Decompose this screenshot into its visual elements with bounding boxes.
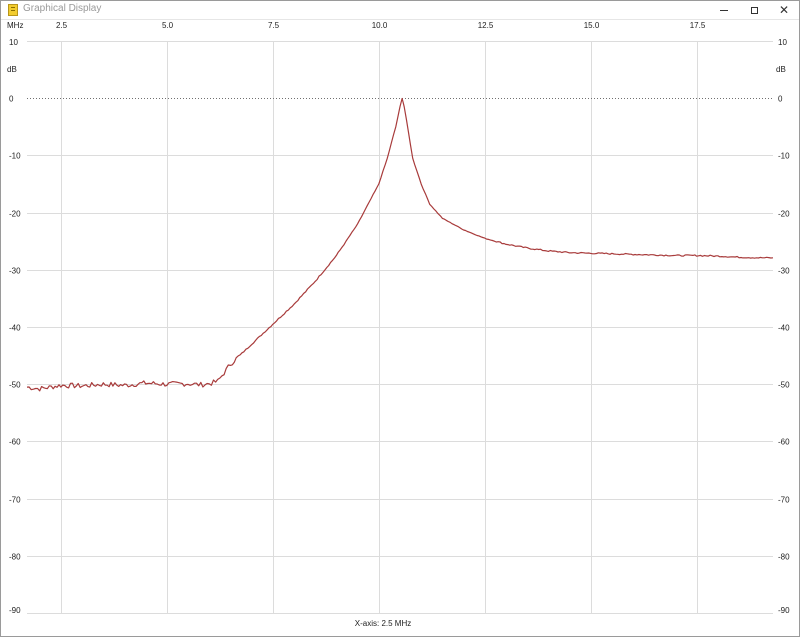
x-tick-label: 17.5 [690,21,706,30]
y-tick-label-right: -10 [778,152,790,161]
y-tick-label-left: -30 [9,267,21,276]
spectrum-chart: 2.5 5.0 7.5 10.0 12.5 15.0 17.5 10 10 0 0 -10 -10 -20… [7,21,790,628]
spectrum-trace [26,97,774,392]
y-tick-label-right: -90 [778,606,790,615]
x-unit-label: MHz [7,21,23,30]
grid [27,41,773,614]
y-tick-label-right: -40 [778,324,790,333]
x-tick-label: 2.5 [56,21,68,30]
y-tick-label-left: 0 [9,95,14,104]
y-tick-label-right: -20 [778,210,790,219]
y-tick-label-left: -70 [9,496,21,505]
y-tick-label-right: 0 [778,95,783,104]
x-axis-caption: X-axis: 2.5 MHz [355,619,411,628]
y-tick-label-left: 10 [9,38,18,47]
x-tick-label: 15.0 [584,21,600,30]
y-tick-label-left: -90 [9,606,21,615]
y-tick-label-right: -50 [778,381,790,390]
y-tick-label-left: -10 [9,152,21,161]
y-tick-label-left: -60 [9,438,21,447]
y-tick-label-right: -80 [778,553,790,562]
y-tick-label-right: -70 [778,496,790,505]
y-tick-label-right: 10 [778,38,787,47]
y-tick-label-left: -80 [9,553,21,562]
y-tick-label-right: -60 [778,438,790,447]
x-tick-label: 7.5 [268,21,280,30]
y-unit-label-right: dB [776,65,786,74]
y-tick-label-left: -20 [9,210,21,219]
y-tick-label-right: -30 [778,267,790,276]
y-unit-label-left: dB [7,65,17,74]
x-tick-label: 5.0 [162,21,174,30]
series-layer [26,97,774,392]
y-tick-label-left: -40 [9,324,21,333]
x-tick-label: 12.5 [478,21,494,30]
graphical-display-window: Graphical Display ✕ 2.5 5.0 7.5 10.0 12.5 15.… [0,0,800,637]
y-tick-label-left: -50 [9,381,21,390]
x-tick-label: 10.0 [372,21,388,30]
